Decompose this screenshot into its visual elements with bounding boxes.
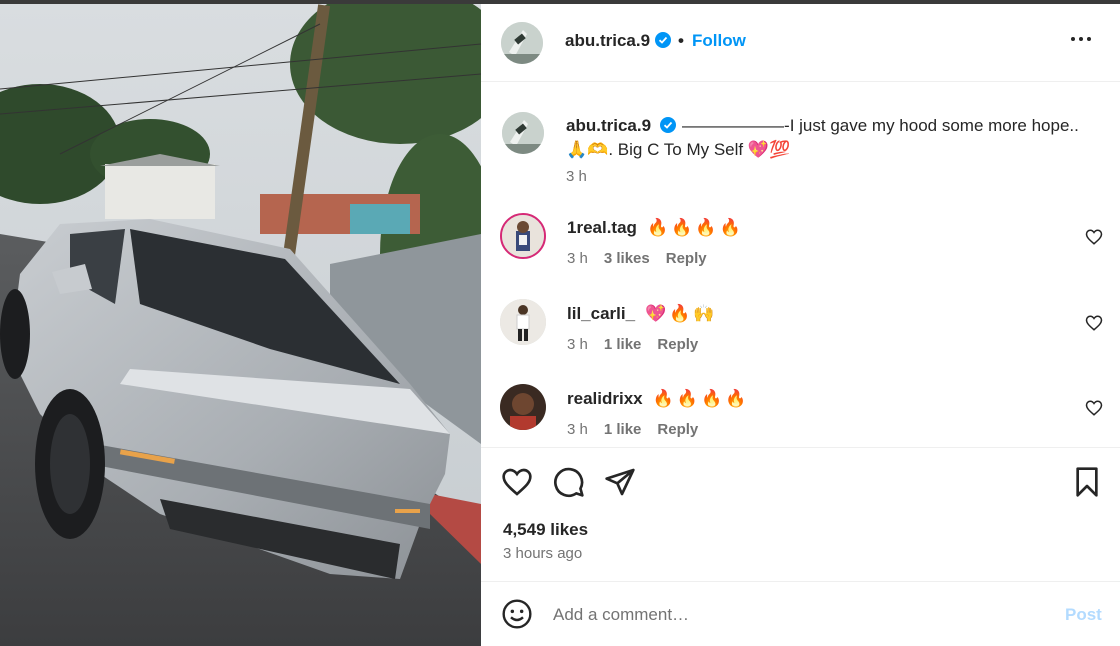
comment-like-heart-icon[interactable] — [1085, 314, 1103, 332]
comment-icon[interactable] — [553, 466, 585, 498]
commenter-avatar[interactable] — [500, 299, 546, 345]
reply-button[interactable]: Reply — [657, 336, 698, 353]
caption-author-avatar[interactable] — [502, 112, 544, 154]
likes-count[interactable]: 4,549 likes — [503, 520, 588, 540]
follow-button[interactable]: Follow — [692, 31, 746, 51]
commenter-username[interactable]: lil_carli_ — [567, 304, 635, 323]
comment-text: 💖🔥🙌 — [645, 304, 718, 323]
author-avatar[interactable] — [501, 22, 543, 64]
verified-badge-icon — [655, 32, 672, 48]
commenter-username[interactable]: realidrixx — [567, 389, 643, 408]
heart-icon[interactable] — [501, 466, 533, 498]
comment-content: lil_carli_ 💖🔥🙌 — [567, 304, 718, 324]
commenter-username[interactable]: 1real.tag — [567, 218, 637, 237]
author-username-text[interactable]: abu.trica.9 — [565, 31, 650, 50]
reply-button[interactable]: Reply — [657, 421, 698, 438]
reply-button[interactable]: Reply — [666, 250, 707, 267]
emoji-icon[interactable] — [501, 598, 533, 630]
commenter-avatar[interactable] — [500, 384, 546, 430]
comment-meta: 3 h 1 like Reply — [567, 336, 714, 353]
posted-time[interactable]: 3 hours ago — [503, 545, 582, 562]
comment-content: 1real.tag 🔥🔥🔥🔥 — [567, 218, 744, 238]
comment-text: 🔥🔥🔥🔥 — [646, 218, 744, 237]
post-photo[interactable] — [0, 4, 481, 646]
caption-username[interactable]: abu.trica.9 — [566, 116, 651, 135]
share-icon[interactable] — [604, 466, 636, 498]
comment-box-divider — [481, 581, 1120, 582]
bookmark-icon[interactable] — [1071, 466, 1103, 498]
comment-item: realidrixx 🔥🔥🔥🔥 3 h 1 like Reply — [481, 384, 1120, 464]
comment-time[interactable]: 3 h — [567, 336, 588, 353]
comment-item: 1real.tag 🔥🔥🔥🔥 3 h 3 likes Reply — [481, 213, 1120, 293]
caption-time[interactable]: 3 h — [566, 168, 587, 185]
comment-like-heart-icon[interactable] — [1085, 399, 1103, 417]
comment-likes[interactable]: 1 like — [604, 336, 642, 353]
comment-text: 🔥🔥🔥🔥 — [652, 389, 750, 408]
more-horizontal-icon[interactable] — [1071, 30, 1097, 46]
comment-content: realidrixx 🔥🔥🔥🔥 — [567, 389, 749, 409]
author-username[interactable]: abu.trica.9 — [565, 31, 672, 51]
comment-like-heart-icon[interactable] — [1085, 228, 1103, 246]
comment-time[interactable]: 3 h — [567, 421, 588, 438]
comment-meta: 3 h 1 like Reply — [567, 421, 714, 438]
cybertruck-photo — [0, 4, 481, 646]
comment-meta: 3 h 3 likes Reply — [567, 250, 723, 267]
post-caption: abu.trica.9 ——————-I just gave my hood so… — [566, 114, 1086, 162]
comment-likes[interactable]: 1 like — [604, 421, 642, 438]
comment-likes[interactable]: 3 likes — [604, 250, 650, 267]
separator-dot: • — [678, 31, 684, 50]
comment-item: lil_carli_ 💖🔥🙌 3 h 1 like Reply — [481, 299, 1120, 379]
commenter-avatar[interactable] — [500, 213, 546, 259]
post-comment-button[interactable]: Post — [1065, 605, 1102, 625]
verified-badge-icon — [660, 117, 677, 133]
post-header: abu.trica.9 • Follow — [481, 4, 1120, 82]
post-details-panel: abu.trica.9 • Follow abu.trica.9 ——————-I… — [481, 4, 1120, 646]
comment-time[interactable]: 3 h — [567, 250, 588, 267]
add-comment-input[interactable] — [553, 602, 1043, 628]
actions-divider — [481, 447, 1120, 448]
